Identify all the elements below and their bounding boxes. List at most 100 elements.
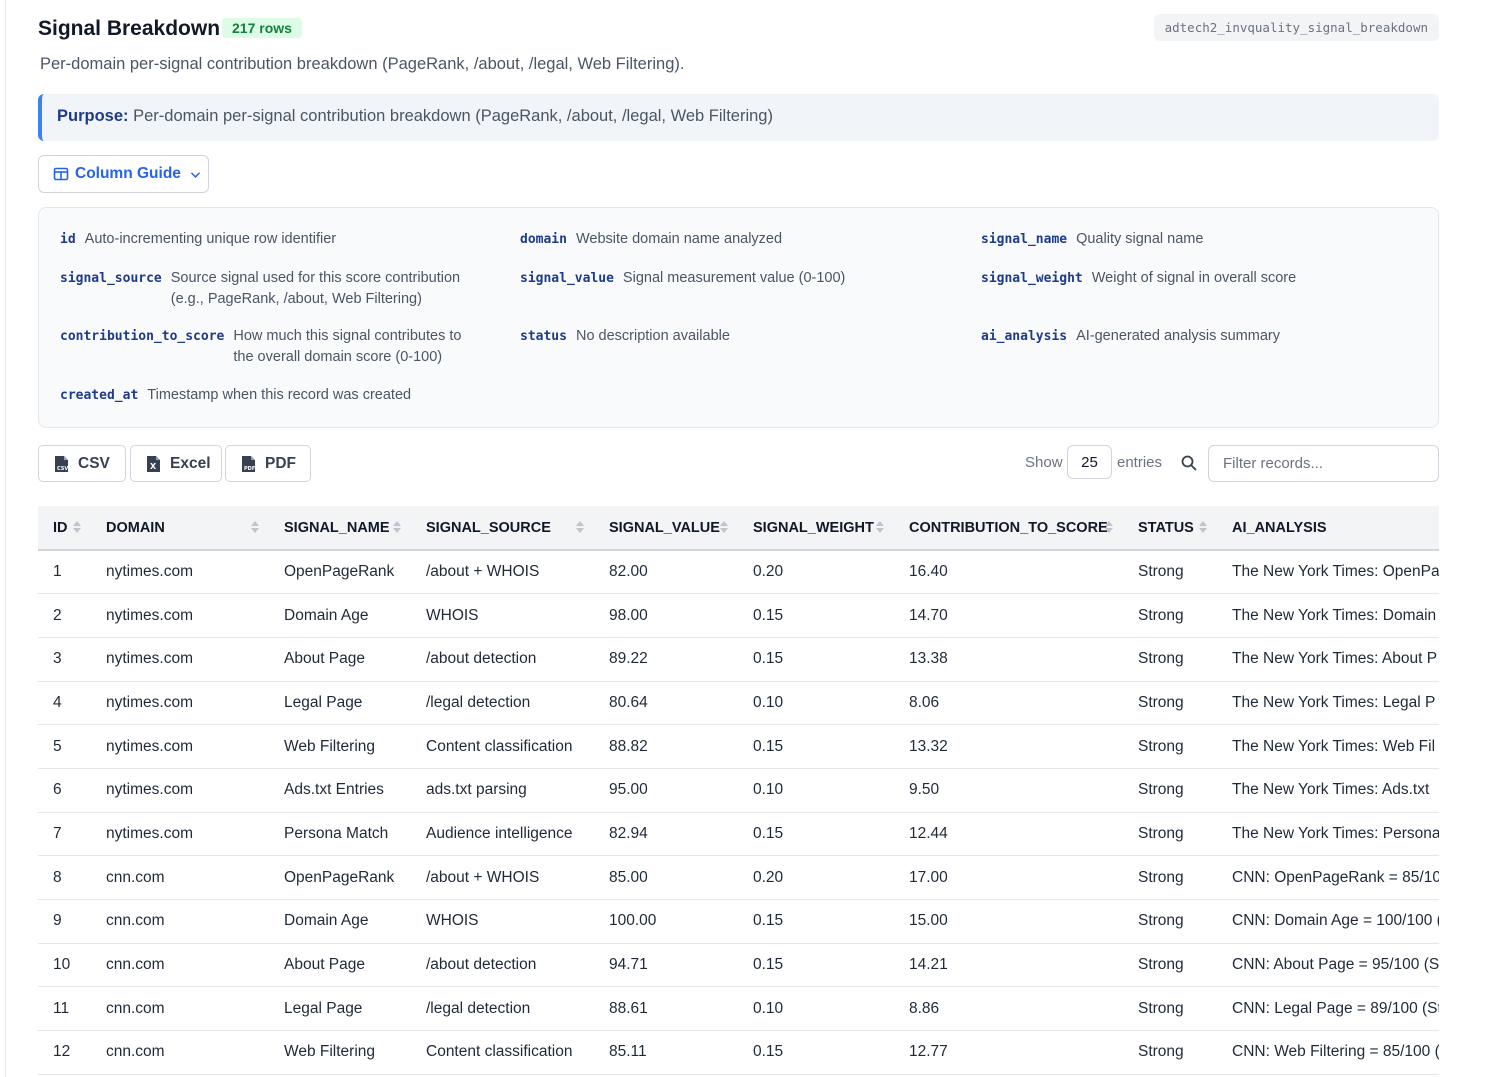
cell-contribution: 12.44 — [894, 812, 1123, 857]
sort-icon — [720, 521, 728, 533]
cell-ai-analysis: The New York Times: OpenPa — [1217, 550, 1439, 595]
column-header-contribution[interactable]: CONTRIBUTION_TO_SCORE — [894, 506, 1123, 551]
guide-item-desc: Timestamp when this record was created — [147, 387, 412, 403]
svg-text:X: X — [150, 462, 157, 471]
page-left-border — [0, 0, 6, 1077]
cell-status: Strong — [1123, 637, 1217, 682]
cell-signal-source: ads.txt parsing — [411, 768, 594, 813]
cell-status: Strong — [1123, 899, 1217, 944]
guide-item-desc: Weight of signal in overall score — [1091, 270, 1297, 286]
cell-signal-weight: 0.15 — [738, 637, 894, 682]
guide-item-id: id Auto-incrementing unique row identifie… — [60, 229, 465, 250]
cell-signal-source: /about + WHOIS — [411, 855, 594, 900]
cell-ai-analysis: CNN: Web Filtering = 85/100 ( — [1217, 1030, 1439, 1075]
column-header-label: STATUS — [1138, 519, 1194, 536]
cell-signal-value: 98.00 — [594, 593, 738, 638]
table-row[interactable]: 10 cnn.com About Page/about detection 94.71… — [38, 943, 1439, 988]
cell-signal-source: /legal detection — [411, 986, 594, 1032]
cell-contribution: 15.00 — [894, 899, 1123, 944]
data-table-container[interactable]: ID DOMAIN SIGNAL_NAME SIGNAL_SOURCE SIGN… — [38, 506, 1439, 1075]
cell-contribution: 13.32 — [894, 724, 1123, 769]
export-excel-button[interactable]: X Excel — [130, 445, 222, 482]
cell-signal-source: /about detection — [411, 637, 594, 682]
sort-icon — [876, 521, 884, 533]
cell-signal-weight: 0.10 — [738, 986, 894, 1032]
page-subtitle: Per-domain per-signal contribution break… — [40, 55, 685, 73]
guide-item-name: signal_name — [981, 232, 1068, 247]
export-pdf-label: PDF — [265, 454, 296, 472]
cell-contribution: 14.21 — [894, 943, 1123, 988]
cell-signal-name: About Page — [269, 637, 411, 682]
column-guide-button[interactable]: Column Guide — [38, 155, 209, 193]
column-header-id[interactable]: ID — [38, 506, 91, 551]
search-icon — [1181, 455, 1197, 471]
cell-ai-analysis: The New York Times: Legal P — [1217, 681, 1439, 726]
table-row[interactable]: 5 nytimes.com Web Filtering Content classif… — [38, 724, 1439, 769]
export-csv-label: CSV — [78, 454, 110, 472]
filter-input[interactable] — [1208, 445, 1439, 482]
cell-signal-value: 95.00 — [594, 768, 738, 813]
purpose-label: Purpose: — [57, 107, 129, 125]
cell-signal-name: OpenPageRank — [269, 855, 411, 900]
sort-icon — [73, 521, 81, 533]
guide-item-name: status — [520, 329, 567, 344]
cell-signal-value: 94.71 — [594, 943, 738, 988]
guide-item-name: signal_weight — [981, 271, 1083, 286]
cell-signal-weight: 0.10 — [738, 681, 894, 726]
cell-signal-value: 100.00 — [594, 899, 738, 944]
table-header-row: ID DOMAIN SIGNAL_NAME SIGNAL_SOURCE SIGN… — [38, 506, 1439, 551]
cell-ai-analysis: CNN: Legal Page = 89/100 (St — [1217, 986, 1439, 1032]
cell-status: Strong — [1123, 943, 1217, 988]
table-row[interactable]: 7 nytimes.com Persona Match Audience intell… — [38, 812, 1439, 857]
table-row[interactable]: 6 nytimes.com Ads.txt Entries ads.txt parsi… — [38, 768, 1439, 813]
page-length-select[interactable]: 25 — [1067, 445, 1112, 479]
guide-item-desc: Source signal used for this score contri… — [170, 270, 461, 307]
column-header-label: SIGNAL_NAME — [284, 519, 390, 536]
column-header-label: SIGNAL_SOURCE — [426, 519, 551, 536]
cell-signal-weight: 0.20 — [738, 855, 894, 900]
cell-signal-value: 82.94 — [594, 812, 738, 857]
sort-icon — [1199, 521, 1207, 533]
cell-signal-source: Audience intelligence — [411, 812, 594, 857]
cell-ai-analysis: The New York Times: Persona — [1217, 812, 1439, 857]
cell-id: 1 — [38, 550, 91, 595]
cell-domain: nytimes.com — [91, 724, 269, 769]
table-row[interactable]: 4 nytimes.com Legal Page/legal detection 80… — [38, 681, 1439, 726]
guide-item-signal-name: signal_name Quality signal name — [981, 229, 1456, 250]
table-row[interactable]: 3 nytimes.com About Page/about detection 89… — [38, 637, 1439, 682]
table-row[interactable]: 12 cnn.com Web Filtering Content classifica… — [38, 1030, 1439, 1075]
cell-signal-name: Domain Age — [269, 593, 411, 638]
cell-domain: nytimes.com — [91, 550, 269, 595]
cell-contribution: 17.00 — [894, 855, 1123, 900]
column-header-signal-weight[interactable]: SIGNAL_WEIGHT — [738, 506, 894, 551]
cell-ai-analysis: CNN: OpenPageRank = 85/10 — [1217, 855, 1439, 900]
table-row[interactable]: 8 cnn.com OpenPageRank/about + WHOIS 85.00 0… — [38, 855, 1439, 900]
table-row[interactable]: 11 cnn.com Legal Page/legal detection 88.61… — [38, 986, 1439, 1032]
export-csv-button[interactable]: CSV CSV — [38, 445, 126, 482]
cell-signal-source: WHOIS — [411, 593, 594, 638]
cell-signal-weight: 0.15 — [738, 724, 894, 769]
cell-domain: cnn.com — [91, 855, 269, 900]
cell-status: Strong — [1123, 768, 1217, 813]
page-title: Signal Breakdown — [38, 17, 221, 40]
svg-text:PDF: PDF — [244, 466, 255, 472]
column-header-ai-analysis[interactable]: AI_ANALYSIS — [1217, 506, 1439, 551]
guide-item-created-at: created_at Timestamp when this record was… — [60, 385, 527, 406]
page-content: Signal Breakdown 217 rows adtech2_invqua… — [38, 0, 1439, 1075]
column-header-domain[interactable]: DOMAIN — [91, 506, 269, 551]
table-body: 1 nytimes.com OpenPageRank/about + WHOIS 82… — [38, 550, 1439, 1075]
column-header-signal-value[interactable]: SIGNAL_VALUE — [594, 506, 738, 551]
cell-status: Strong — [1123, 1030, 1217, 1075]
table-row[interactable]: 1 nytimes.com OpenPageRank/about + WHOIS 82… — [38, 550, 1439, 595]
data-table: ID DOMAIN SIGNAL_NAME SIGNAL_SOURCE SIGN… — [38, 506, 1439, 1075]
column-header-status[interactable]: STATUS — [1123, 506, 1217, 551]
export-pdf-button[interactable]: PDF PDF — [225, 445, 311, 482]
column-header-signal-name[interactable]: SIGNAL_NAME — [269, 506, 411, 551]
purpose-callout: Purpose: Per-domain per-signal contribut… — [38, 94, 1439, 141]
cell-id: 3 — [38, 637, 91, 682]
guide-item-name: ai_analysis — [981, 329, 1068, 344]
column-header-signal-source[interactable]: SIGNAL_SOURCE — [411, 506, 594, 551]
table-row[interactable]: 2 nytimes.com Domain Age WHOIS 98.00 0.15 14.7… — [38, 593, 1439, 638]
table-row[interactable]: 9 cnn.com Domain Age WHOIS 100.00 0.15 15.00 St… — [38, 899, 1439, 944]
guide-item-signal-weight: signal_weight Weight of signal in overall… — [981, 268, 1472, 289]
